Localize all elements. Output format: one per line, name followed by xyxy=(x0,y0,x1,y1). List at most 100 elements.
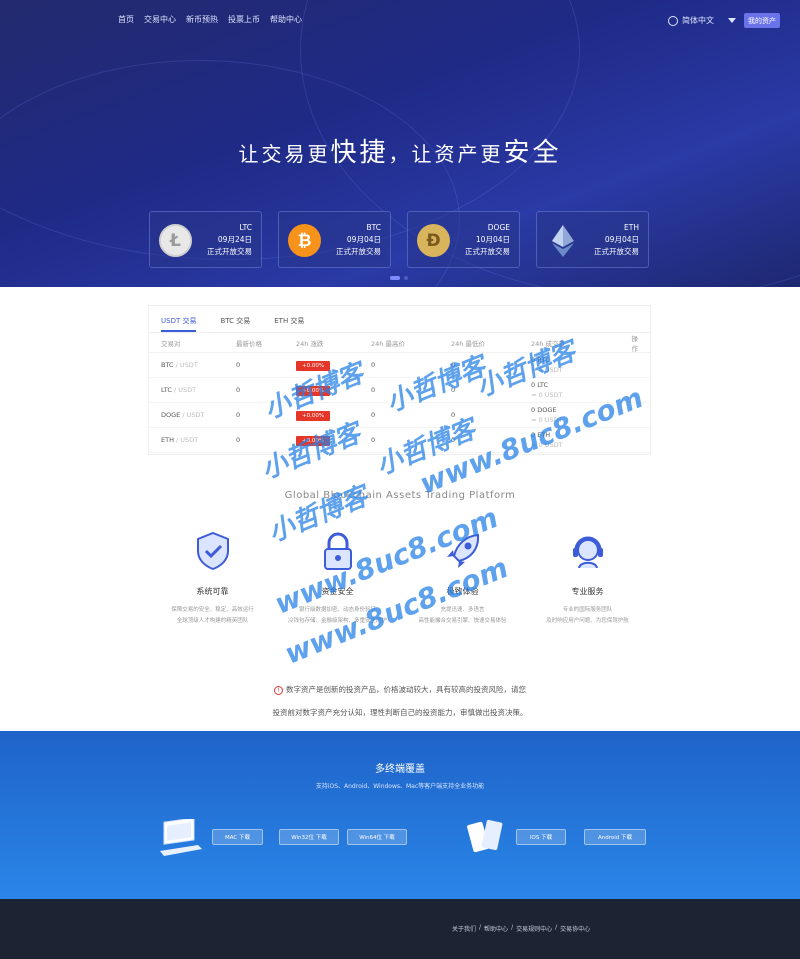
tab-usdt[interactable]: USDT 交易 xyxy=(161,316,197,332)
litecoin-icon: Ł xyxy=(159,224,192,257)
win32-download-button[interactable]: Win32位 下载 xyxy=(279,829,339,845)
coin-status: 正式开放交易 xyxy=(465,247,510,256)
coin-card-ltc[interactable]: Ł LTC 09月24日正式开放交易 xyxy=(149,211,262,268)
coin-symbol: BTC xyxy=(366,223,381,232)
feature-title: 专业服务 xyxy=(571,587,604,596)
hero-slogan: 让交易更快捷，让资产更安全 xyxy=(0,132,800,169)
risk-line: 数字资产是创新的投资产品，价格波动较大，具有较高的投资风险，请您 xyxy=(286,685,526,694)
low-cell: 0 xyxy=(451,386,456,394)
change-badge: +0.00% xyxy=(296,436,331,446)
coin-card-eth[interactable]: ETH 09月04日 正式开放交易 xyxy=(536,211,649,268)
col-price: 最新价格 xyxy=(236,339,262,348)
market-table: USDT 交易 BTC 交易 ETH 交易 交易对 最新价格 24h 涨跌 24… xyxy=(148,305,651,455)
volume-cell: 0 DOGE ≈ 0 USDT xyxy=(531,406,563,424)
multi-terminal-section: 多终端覆盖 支持iOS、Android、Windows、Mac等客户端支持全业务… xyxy=(0,731,800,899)
coin-date: 09月04日 xyxy=(346,235,381,244)
high-cell: 0 xyxy=(371,361,376,369)
language-selector[interactable]: 简体中文 xyxy=(668,15,736,26)
tab-eth[interactable]: ETH 交易 xyxy=(274,316,304,332)
nav-help-center[interactable]: 帮助中心 xyxy=(270,14,302,25)
feature-desc: 充提迅速、多语言 xyxy=(440,607,485,613)
col-action: 操作 xyxy=(631,334,639,353)
platform-title: Global Blockchain Assets Trading Platfor… xyxy=(284,490,516,501)
footer-link-help[interactable]: 帮助中心 xyxy=(484,924,508,933)
price-cell: 0 xyxy=(236,411,241,419)
shield-check-icon xyxy=(192,530,234,572)
multi-title: 多终端覆盖 xyxy=(375,764,425,775)
feature-desc: 全球顶级人才构建的精英团队 xyxy=(176,618,249,624)
change-cell: +0.00% xyxy=(296,436,371,446)
feature-title: 极致体验 xyxy=(446,587,479,596)
col-high: 24h 最高价 xyxy=(371,339,405,348)
table-row[interactable]: ETH / USDT 0 +0.00% 0 0 0 ETH ≈ 0 USDT xyxy=(149,428,650,453)
nav-trade-center[interactable]: 交易中心 xyxy=(144,14,176,25)
feature-experience: 极致体验 充提迅速、多语言 高性能撮合交易引擎、快速交易体验 xyxy=(400,530,525,627)
coin-card-doge[interactable]: Ð DOGE 10月04日 正式开放交易 xyxy=(407,211,520,268)
feature-desc: 银行级数据加密、动态身份验证 xyxy=(298,607,376,613)
pair-cell: BTC / USDT xyxy=(161,361,198,369)
android-download-button[interactable]: Android 下载 xyxy=(584,829,646,845)
win64-download-button[interactable]: Win64位 下载 xyxy=(347,829,407,845)
tab-btc[interactable]: BTC 交易 xyxy=(220,316,250,332)
feature-fund-safety: 资金安全 银行级数据加密、动态身份验证 冷钱包存储、金融级架构、多重安全防护 xyxy=(275,530,400,627)
feature-desc: 保障交易的安全、稳定、高效运行 xyxy=(171,607,254,613)
slogan-part: ，让资产更 xyxy=(388,142,504,166)
price-cell: 0 xyxy=(236,386,241,394)
risk-warning: ! 数字资产是创新的投资产品，价格波动较大，具有较高的投资风险，请您 投资前对数字… xyxy=(0,678,800,724)
footer-link-about[interactable]: 关于我们 xyxy=(452,924,476,933)
col-low: 24h 最低价 xyxy=(451,339,485,348)
low-cell: 0 xyxy=(451,361,456,369)
coin-date: 09月24日 xyxy=(217,235,252,244)
mac-download-button[interactable]: MAC 下载 xyxy=(212,829,263,845)
table-header: 交易对 最新价格 24h 涨跌 24h 最高价 24h 最低价 24h 成交量 … xyxy=(149,333,650,353)
coin-status: 正式开放交易 xyxy=(207,247,252,256)
feature-reliable: 系统可靠 保障交易的安全、稳定、高效运行 全球顶级人才构建的精英团队 xyxy=(150,530,275,627)
footer-separator: / xyxy=(479,924,482,931)
ios-download-button[interactable]: IOS 下载 xyxy=(516,829,566,845)
high-cell: 0 xyxy=(371,436,376,444)
nav-vote-listing[interactable]: 投票上币 xyxy=(228,14,260,25)
caret-down-icon xyxy=(728,18,736,23)
pair-cell: DOGE / USDT xyxy=(161,411,205,419)
volume-cell: 0 LTC ≈ 0 USDT xyxy=(531,381,563,399)
high-cell: 0 xyxy=(371,411,376,419)
feature-service: 专业服务 专业的国际服务团队 及时响应用户问题、为您保驾护航 xyxy=(525,530,650,627)
top-nav: 首页 交易中心 新币预热 投票上币 帮助中心 xyxy=(118,14,302,25)
carousel-indicator[interactable] xyxy=(390,276,408,280)
change-cell: +0.00% xyxy=(296,361,371,371)
col-pair: 交易对 xyxy=(161,339,181,348)
rocket-icon xyxy=(442,530,484,572)
pair-cell: LTC / USDT xyxy=(161,386,197,394)
my-assets-button[interactable]: 我的资产 xyxy=(744,13,780,28)
feature-title: 资金安全 xyxy=(321,587,354,596)
high-cell: 0 xyxy=(371,386,376,394)
nav-new-coin[interactable]: 新币预热 xyxy=(186,14,218,25)
nav-home[interactable]: 首页 xyxy=(118,14,134,25)
features-row: 系统可靠 保障交易的安全、稳定、高效运行 全球顶级人才构建的精英团队 资金安全 … xyxy=(150,530,650,627)
footer-separator: / xyxy=(511,924,514,931)
coin-date: 09月04日 xyxy=(604,235,639,244)
hero-banner: 首页 交易中心 新币预热 投票上币 帮助中心 简体中文 我的资产 让交易更快捷，… xyxy=(0,0,800,287)
table-row[interactable]: BTC / USDT 0 +0.00% 0 0 0 BTC ≈ 0 USDT xyxy=(149,353,650,378)
change-badge: +0.00% xyxy=(296,386,331,396)
slogan-emphasis: 安全 xyxy=(503,138,562,168)
slogan-part: 让交易更 xyxy=(238,142,331,166)
feature-desc: 高性能撮合交易引擎、快速交易体验 xyxy=(418,618,507,624)
footer-link-rules[interactable]: 交易规则中心 xyxy=(516,924,552,933)
col-change: 24h 涨跌 xyxy=(296,339,324,348)
table-row[interactable]: DOGE / USDT 0 +0.00% 0 0 0 DOGE ≈ 0 USDT xyxy=(149,403,650,428)
footer-link-agreement[interactable]: 交易协中心 xyxy=(560,924,590,933)
laptop-icon xyxy=(158,817,204,865)
feature-desc: 专业的国际服务团队 xyxy=(562,607,613,613)
coin-cards: Ł LTC 09月24日 正式开放交易 ₿ BTC 09月04日 正式开放交易 Ð DO… xyxy=(149,211,649,268)
price-cell: 0 xyxy=(236,361,241,369)
change-badge: +0.00% xyxy=(296,411,331,421)
price-cell: 0 xyxy=(236,436,241,444)
coin-date: 10月04日 xyxy=(475,235,510,244)
feature-desc: 冷钱包存储、金融级架构、多重安全防护 xyxy=(287,618,387,624)
coin-symbol: LTC xyxy=(239,223,252,232)
globe-icon xyxy=(668,15,678,26)
table-row[interactable]: LTC / USDT 0 +0.00% 0 0 0 LTC ≈ 0 USDT xyxy=(149,378,650,403)
coin-card-btc[interactable]: ₿ BTC 09月04日 正式开放交易 xyxy=(278,211,391,268)
coin-symbol: DOGE xyxy=(487,223,510,232)
